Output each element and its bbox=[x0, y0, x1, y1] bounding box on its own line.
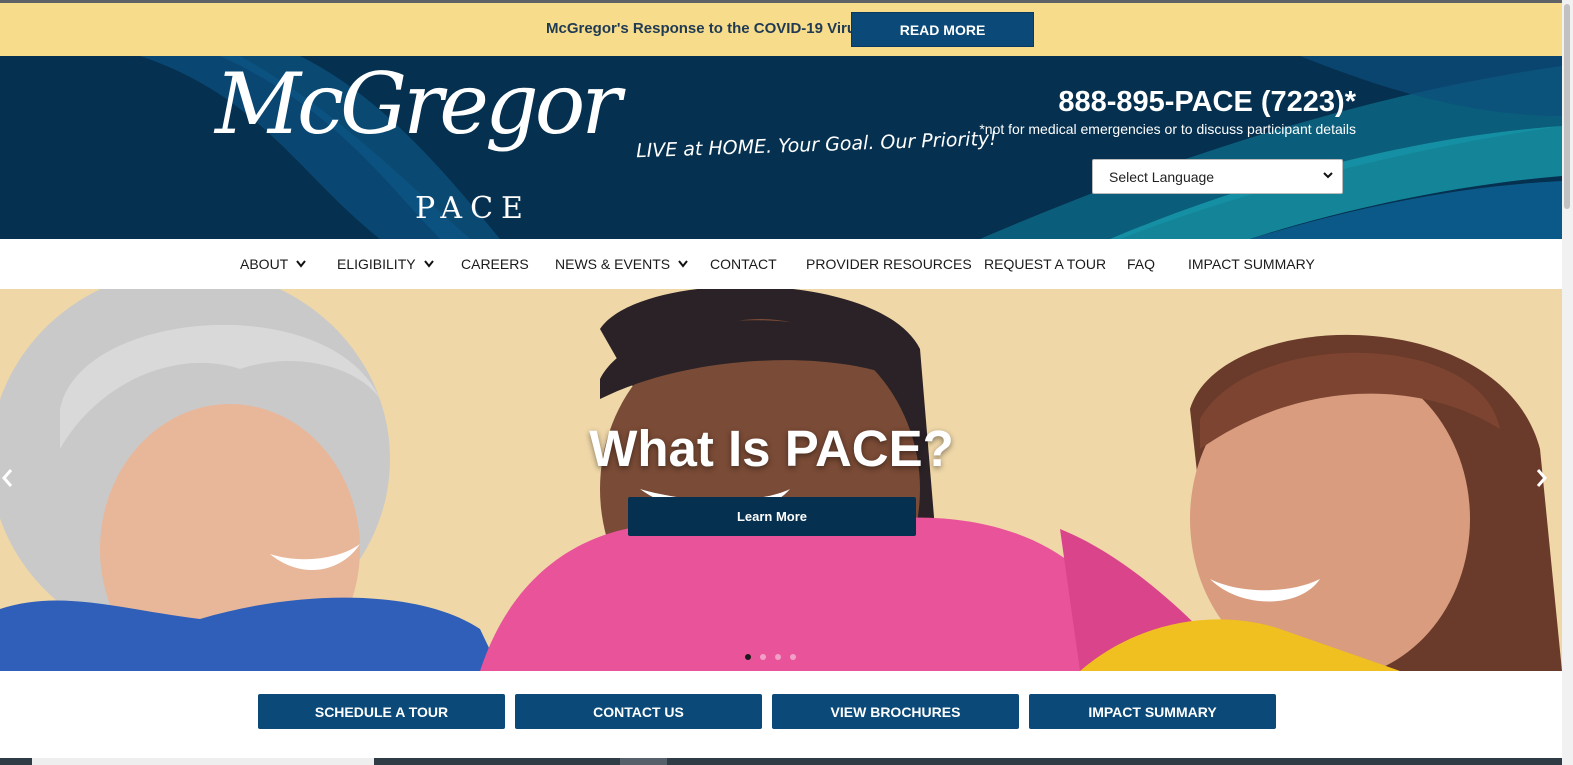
nav-item-label: CAREERS bbox=[461, 256, 529, 272]
logo[interactable]: McGregor bbox=[215, 62, 622, 146]
nav-item-provider-resources[interactable]: PROVIDER RESOURCES bbox=[806, 256, 972, 272]
nav-item-contact[interactable]: CONTACT bbox=[710, 256, 777, 272]
bottom-bar-segment bbox=[32, 758, 374, 765]
nav-item-about[interactable]: ABOUT bbox=[240, 256, 307, 272]
slider-dot[interactable] bbox=[790, 654, 796, 660]
nav-item-label: CONTACT bbox=[710, 256, 777, 272]
nav-item-news-events[interactable]: NEWS & EVENTS bbox=[555, 256, 688, 272]
nav-item-label: REQUEST A TOUR bbox=[984, 256, 1107, 272]
nav-item-request-a-tour[interactable]: REQUEST A TOUR bbox=[984, 256, 1106, 272]
nav-item-label: ABOUT bbox=[240, 256, 289, 272]
chevron-right-icon[interactable] bbox=[1533, 467, 1549, 489]
site-header: McGregor PACE LIVE at HOME. Your Goal. O… bbox=[0, 56, 1562, 239]
schedule-a-tour-button[interactable]: SCHEDULE A TOUR bbox=[258, 694, 505, 729]
nav-item-impact-summary[interactable]: IMPACT SUMMARY bbox=[1188, 256, 1315, 272]
slider-dot[interactable] bbox=[760, 654, 766, 660]
nav-item-label: PROVIDER RESOURCES bbox=[806, 256, 972, 272]
nav-item-label: IMPACT SUMMARY bbox=[1188, 256, 1315, 272]
nav-item-label: ELIGIBILITY bbox=[337, 256, 416, 272]
chevron-down-icon bbox=[423, 260, 434, 268]
announcement-text: McGregor's Response to the COVID-19 Viru… bbox=[546, 20, 865, 37]
nav-item-faq[interactable]: FAQ bbox=[1127, 256, 1155, 272]
hero-slider: What Is PACE? Learn More bbox=[0, 289, 1562, 671]
chevron-left-icon[interactable] bbox=[0, 467, 16, 489]
hero-photo bbox=[0, 289, 1562, 671]
bottom-bar-segment bbox=[374, 758, 1562, 765]
slider-dots bbox=[745, 654, 796, 660]
language-select[interactable]: Select Language bbox=[1092, 159, 1343, 194]
phone-disclaimer: *not for medical emergencies or to discu… bbox=[979, 121, 1356, 137]
contact-us-button[interactable]: CONTACT US bbox=[515, 694, 762, 729]
vertical-scrollbar[interactable] bbox=[1562, 0, 1573, 765]
language-select-value: Select Language bbox=[1109, 168, 1215, 185]
slider-dot[interactable] bbox=[775, 654, 781, 660]
phone-number[interactable]: 888-895-PACE (7223)* bbox=[1058, 86, 1356, 119]
hero-title: What Is PACE? bbox=[589, 420, 954, 477]
page: McGregor's Response to the COVID-19 Viru… bbox=[0, 0, 1573, 765]
nav-item-careers[interactable]: CAREERS bbox=[461, 256, 529, 272]
main-nav: ABOUT ELIGIBILITY CAREERS NEWS & EVENTS … bbox=[0, 239, 1562, 289]
scrollbar-thumb[interactable] bbox=[1564, 4, 1570, 209]
chevron-down-icon bbox=[678, 260, 688, 268]
learn-more-button[interactable]: Learn More bbox=[628, 497, 916, 536]
chevron-down-icon bbox=[1323, 172, 1333, 179]
nav-item-label: NEWS & EVENTS bbox=[555, 256, 671, 272]
bottom-bar-segment bbox=[620, 758, 667, 765]
view-brochures-button[interactable]: VIEW BROCHURES bbox=[772, 694, 1019, 729]
bottom-bar-segment bbox=[0, 758, 32, 765]
impact-summary-button[interactable]: IMPACT SUMMARY bbox=[1029, 694, 1276, 729]
chevron-down-icon bbox=[296, 260, 307, 268]
slider-dot[interactable] bbox=[745, 654, 751, 660]
bottom-edge-bar bbox=[0, 755, 1562, 765]
announcement-bar: McGregor's Response to the COVID-19 Viru… bbox=[0, 3, 1562, 56]
logo-pace-text: PACE bbox=[415, 191, 531, 226]
nav-item-eligibility[interactable]: ELIGIBILITY bbox=[337, 256, 434, 272]
nav-item-label: FAQ bbox=[1127, 256, 1156, 272]
read-more-button[interactable]: READ MORE bbox=[851, 12, 1034, 47]
